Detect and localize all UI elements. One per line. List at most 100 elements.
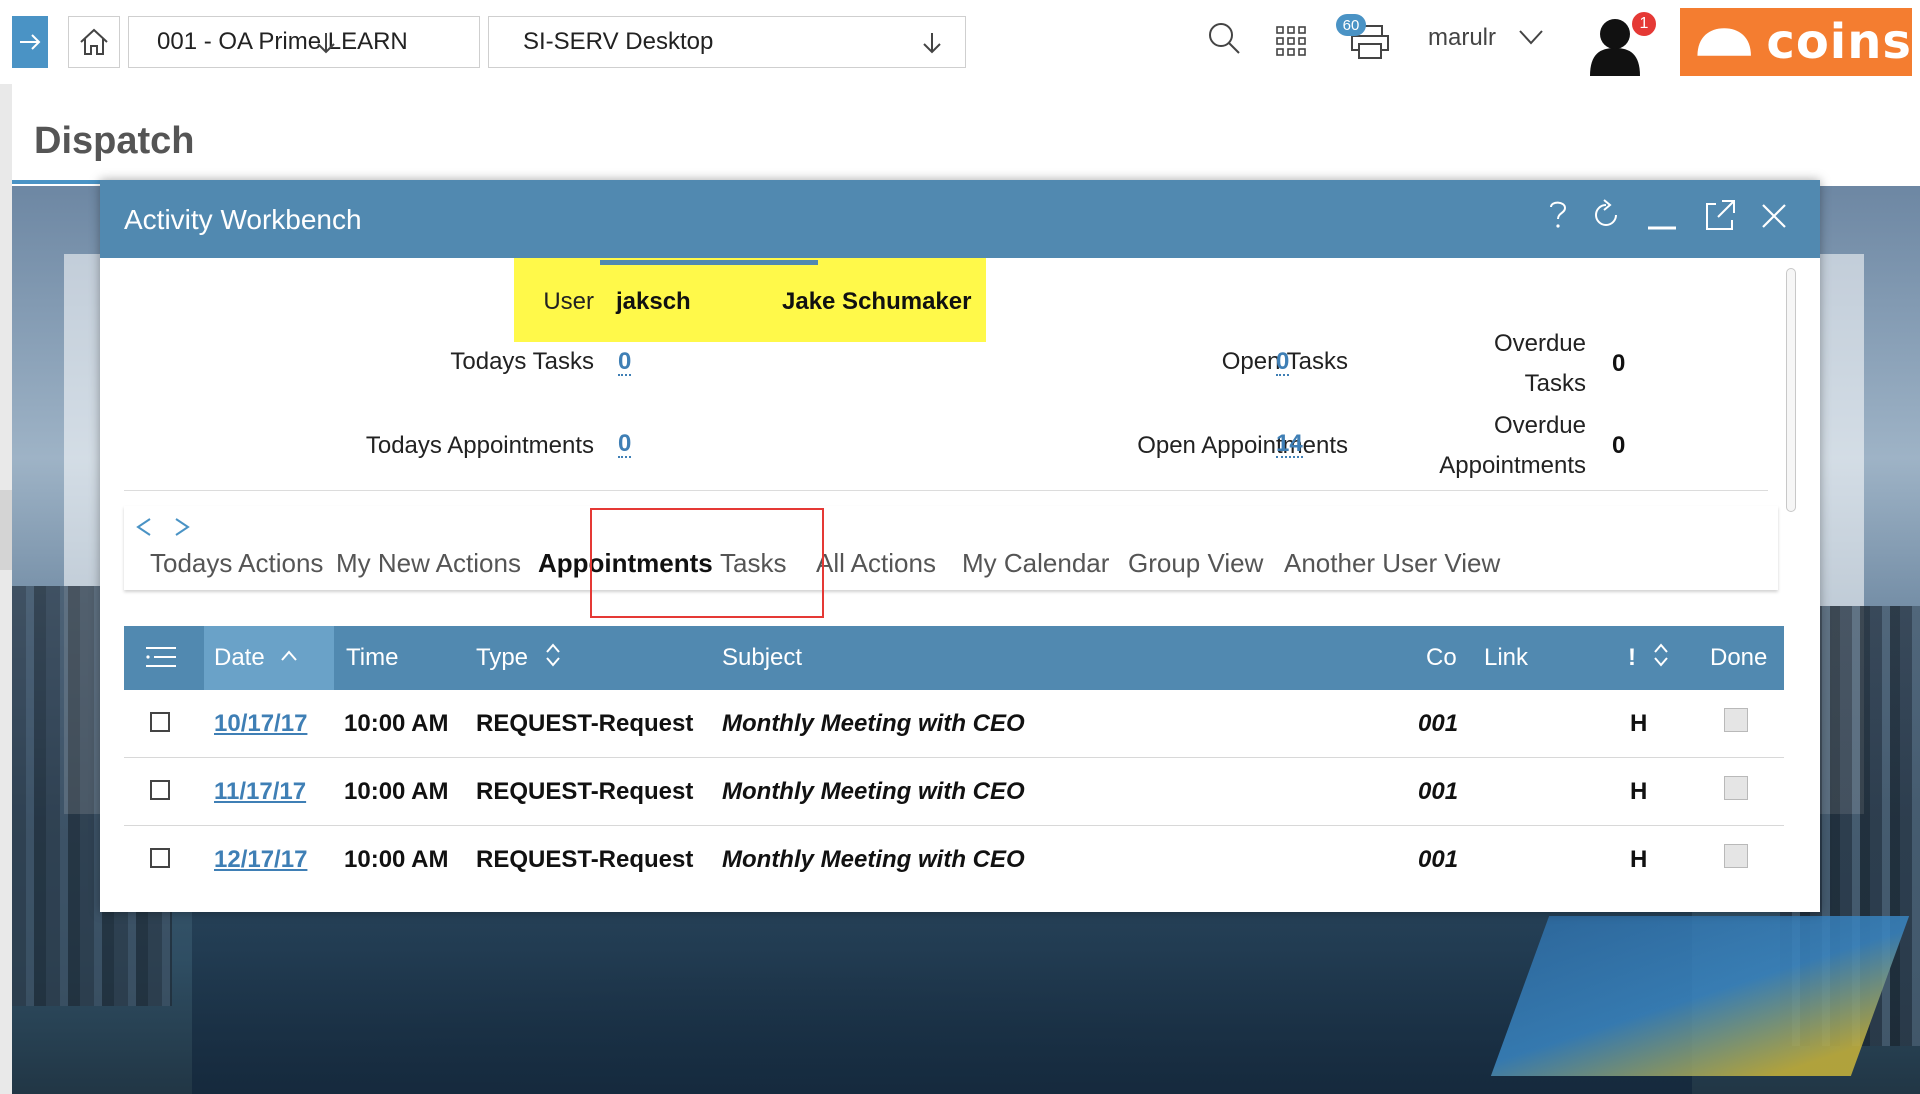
row-time: 10:00 AM <box>344 710 449 737</box>
summary-divider <box>124 490 1768 491</box>
overdue-tasks-label-line1: Overdue <box>1493 330 1586 357</box>
user-label: User <box>543 288 594 315</box>
row-date[interactable]: 11/17/17 <box>214 778 306 806</box>
down-arrow-icon <box>317 33 335 54</box>
username[interactable]: marulr <box>1428 24 1496 52</box>
tab-another-user-view[interactable]: Another User View <box>1284 548 1500 579</box>
minimize-icon[interactable] <box>1646 198 1678 232</box>
window-header: Activity Workbench <box>100 180 1820 258</box>
gutter-notch <box>0 490 12 570</box>
row-type: REQUEST-Request <box>476 778 694 805</box>
search-icon[interactable] <box>1206 20 1242 56</box>
overdue-appointments-label-line2: Appointments <box>1439 452 1586 479</box>
row-select-checkbox[interactable] <box>150 848 170 868</box>
row-time: 10:00 AM <box>344 778 449 805</box>
title-underline <box>12 180 100 184</box>
tab-bar: Todays Actions My New Actions Appointmen… <box>124 506 1778 590</box>
logo-text: coins <box>1766 14 1912 70</box>
col-done[interactable]: Done <box>1710 644 1767 672</box>
tab-group-view[interactable]: Group View <box>1128 548 1263 579</box>
company-label: 001 - OA Prime LEARN <box>157 28 408 55</box>
apps-grid-icon[interactable] <box>1276 26 1306 56</box>
home-button[interactable] <box>68 16 120 68</box>
desktop-selector[interactable]: SI-SERV Desktop <box>488 16 966 68</box>
overdue-tasks-label-line2: Tasks <box>1524 370 1586 397</box>
table-row[interactable]: 12/17/17 10:00 AM REQUEST-Request Monthl… <box>124 826 1784 894</box>
col-time[interactable]: Time <box>346 644 398 672</box>
tab-my-calendar[interactable]: My Calendar <box>962 548 1109 579</box>
column-menu-icon[interactable] <box>144 646 178 668</box>
row-company: 001 <box>1418 710 1459 737</box>
home-icon <box>80 28 108 55</box>
active-tab-indicator <box>600 260 818 265</box>
open-tasks-count[interactable]: 0 <box>1276 350 1290 376</box>
background-stadium <box>1490 916 1910 1076</box>
table-row[interactable]: 10/17/17 10:00 AM REQUEST-Request Monthl… <box>124 690 1784 758</box>
open-appointments-count[interactable]: 14 <box>1276 432 1303 458</box>
window-title: Activity Workbench <box>124 204 362 235</box>
overdue-tasks-count: 0 <box>1612 350 1626 377</box>
tab-my-new-actions[interactable]: My New Actions <box>336 548 521 579</box>
row-company: 001 <box>1418 778 1459 805</box>
todays-appointments-label: Todays Appointments <box>365 432 594 459</box>
chevron-down-icon[interactable] <box>1518 28 1544 46</box>
print-queue-badge: 60 <box>1336 14 1366 36</box>
table-row[interactable]: 11/17/17 10:00 AM REQUEST-Request Monthl… <box>124 758 1784 826</box>
todays-appointments-count[interactable]: 0 <box>618 432 632 458</box>
help-icon[interactable] <box>1546 198 1570 232</box>
notification-badge[interactable]: 1 <box>1630 10 1658 38</box>
page-title: Dispatch <box>34 120 195 162</box>
sort-ascending-icon[interactable] <box>280 650 298 662</box>
user-full-name: Jake Schumaker <box>782 288 972 315</box>
todays-tasks-count[interactable]: 0 <box>618 350 632 376</box>
appointments-table: Date Time Type Subject Co Link ! Done 10… <box>124 626 1784 894</box>
col-priority[interactable]: ! <box>1628 644 1636 672</box>
row-date[interactable]: 10/17/17 <box>214 710 307 738</box>
overdue-appointments-label-line1: Overdue <box>1493 412 1586 439</box>
sort-toggle-icon[interactable] <box>1652 642 1670 668</box>
left-gutter <box>0 0 12 1094</box>
row-select-checkbox[interactable] <box>150 780 170 800</box>
todays-tasks-label: Todays Tasks <box>450 348 594 375</box>
popout-icon[interactable] <box>1704 198 1736 232</box>
sort-toggle-icon[interactable] <box>544 642 562 668</box>
row-select-checkbox[interactable] <box>150 712 170 732</box>
tab-scroll-left-icon[interactable] <box>134 516 154 538</box>
hardhat-icon <box>1697 28 1751 56</box>
company-selector[interactable]: 001 - OA Prime LEARN <box>128 16 480 68</box>
tab-todays-actions[interactable]: Todays Actions <box>150 548 323 579</box>
tab-all-actions[interactable]: All Actions <box>816 548 936 579</box>
tab-highlight-box <box>590 508 824 618</box>
row-time: 10:00 AM <box>344 846 449 873</box>
col-subject[interactable]: Subject <box>722 644 802 672</box>
row-priority: H <box>1630 778 1648 805</box>
col-date[interactable]: Date <box>214 644 265 672</box>
row-done-checkbox[interactable] <box>1724 776 1748 800</box>
col-link[interactable]: Link <box>1484 644 1528 672</box>
row-subject: Monthly Meeting with CEO <box>722 778 1025 805</box>
top-bar: 001 - OA Prime LEARN SI-SERV Desktop 60 … <box>0 0 1920 84</box>
desktop-label: SI-SERV Desktop <box>523 28 714 55</box>
activity-workbench-window: Activity Workbench User jaksch Jake Schu… <box>100 180 1820 912</box>
col-co[interactable]: Co <box>1426 644 1457 672</box>
row-date[interactable]: 12/17/17 <box>214 846 307 874</box>
col-type[interactable]: Type <box>476 644 528 672</box>
row-type: REQUEST-Request <box>476 710 694 737</box>
page-title-bar: Dispatch <box>12 84 1920 184</box>
nav-toggle-button[interactable] <box>12 16 48 68</box>
overdue-appointments-count: 0 <box>1612 432 1626 459</box>
down-arrow-icon <box>923 33 941 54</box>
row-done-checkbox[interactable] <box>1724 708 1748 732</box>
row-done-checkbox[interactable] <box>1724 844 1748 868</box>
refresh-icon[interactable] <box>1590 198 1622 232</box>
user-id: jaksch <box>616 288 691 315</box>
coins-logo: coins <box>1680 8 1912 76</box>
open-tasks-label: Open Tasks <box>1221 348 1348 375</box>
table-header: Date Time Type Subject Co Link ! Done <box>124 626 1784 690</box>
tab-scroll-right-icon[interactable] <box>172 516 192 538</box>
vertical-scrollbar[interactable] <box>1786 268 1796 512</box>
tab-scroll-nav <box>134 516 192 538</box>
row-subject: Monthly Meeting with CEO <box>722 710 1025 737</box>
close-icon[interactable] <box>1760 202 1788 230</box>
row-priority: H <box>1630 710 1648 737</box>
